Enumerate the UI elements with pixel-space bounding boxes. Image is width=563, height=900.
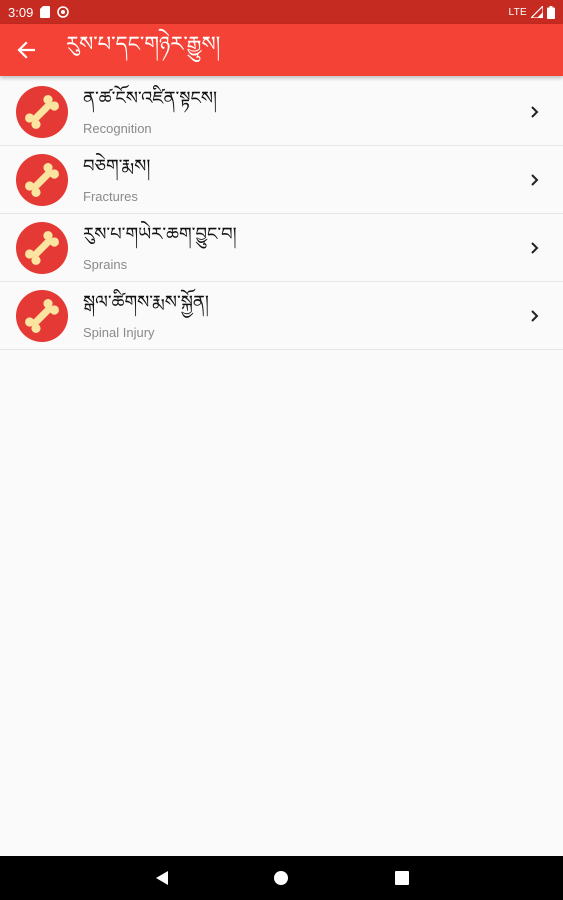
network-type: LTE (508, 6, 527, 18)
system-nav-bar (0, 856, 563, 900)
battery-icon (547, 5, 555, 19)
page-title: རུས་པ་དང་གཉེར་རྒྱུས། (66, 31, 221, 56)
back-button[interactable] (0, 24, 52, 76)
item-subtitle: Spinal Injury (83, 325, 155, 340)
recents-square-icon (395, 871, 409, 885)
status-time: 3:09 (8, 4, 34, 20)
app-bar: རུས་པ་དང་གཉེར་རྒྱུས། (0, 24, 563, 76)
list-item-sprains[interactable]: རུས་པ་གཡེར་ཆག་བྱུང་བ། Sprains (0, 214, 563, 282)
status-right: LTE (508, 5, 555, 19)
item-title: ན་ཚ་ངོས་འཛིན་སྟངས། (83, 88, 218, 109)
back-triangle-icon (156, 871, 168, 885)
item-title: བཅེག་རྨས། (83, 156, 151, 177)
arrow-left-icon (17, 41, 35, 59)
item-title: སྒལ་ཚིགས་རྨས་སྐྱོན། (83, 292, 209, 313)
item-text: རུས་པ་གཡེར་ཆག་བྱུང་བ། Sprains (83, 222, 503, 273)
chevron-right-icon (531, 174, 539, 186)
nav-home-button[interactable] (259, 856, 303, 900)
item-subtitle: Recognition (83, 121, 152, 136)
signal-icon (531, 6, 543, 18)
sd-card-icon (40, 6, 51, 18)
item-subtitle: Fractures (83, 189, 138, 204)
status-left: 3:09 (8, 4, 70, 20)
nav-back-button[interactable] (140, 856, 184, 900)
bone-icon (16, 222, 68, 274)
list-item-recognition[interactable]: ན་ཚ་ངོས་འཛིན་སྟངས། Recognition (0, 78, 563, 146)
home-circle-icon (274, 871, 288, 885)
bone-icon (16, 86, 68, 138)
item-text: ན་ཚ་ངོས་འཛིན་སྟངས། Recognition (83, 86, 503, 137)
list-item-fractures[interactable]: བཅེག་རྨས། Fractures (0, 146, 563, 214)
list-item-spinal-injury[interactable]: སྒལ་ཚིགས་རྨས་སྐྱོན། Spinal Injury (0, 282, 563, 350)
sync-icon (57, 6, 70, 18)
item-subtitle: Sprains (83, 257, 128, 272)
chevron-right-icon (531, 310, 539, 322)
item-text: བཅེག་རྨས། Fractures (83, 154, 503, 205)
item-title: རུས་པ་གཡེར་ཆག་བྱུང་བ། (83, 224, 237, 245)
topic-list: ན་ཚ་ངོས་འཛིན་སྟངས། Recognition བཅེག་རྨས།… (0, 78, 563, 350)
bone-icon (16, 290, 68, 342)
chevron-right-icon (531, 242, 539, 254)
chevron-right-icon (531, 106, 539, 118)
item-text: སྒལ་ཚིགས་རྨས་སྐྱོན། Spinal Injury (83, 290, 503, 341)
nav-recents-button[interactable] (380, 856, 424, 900)
bone-icon (16, 154, 68, 206)
